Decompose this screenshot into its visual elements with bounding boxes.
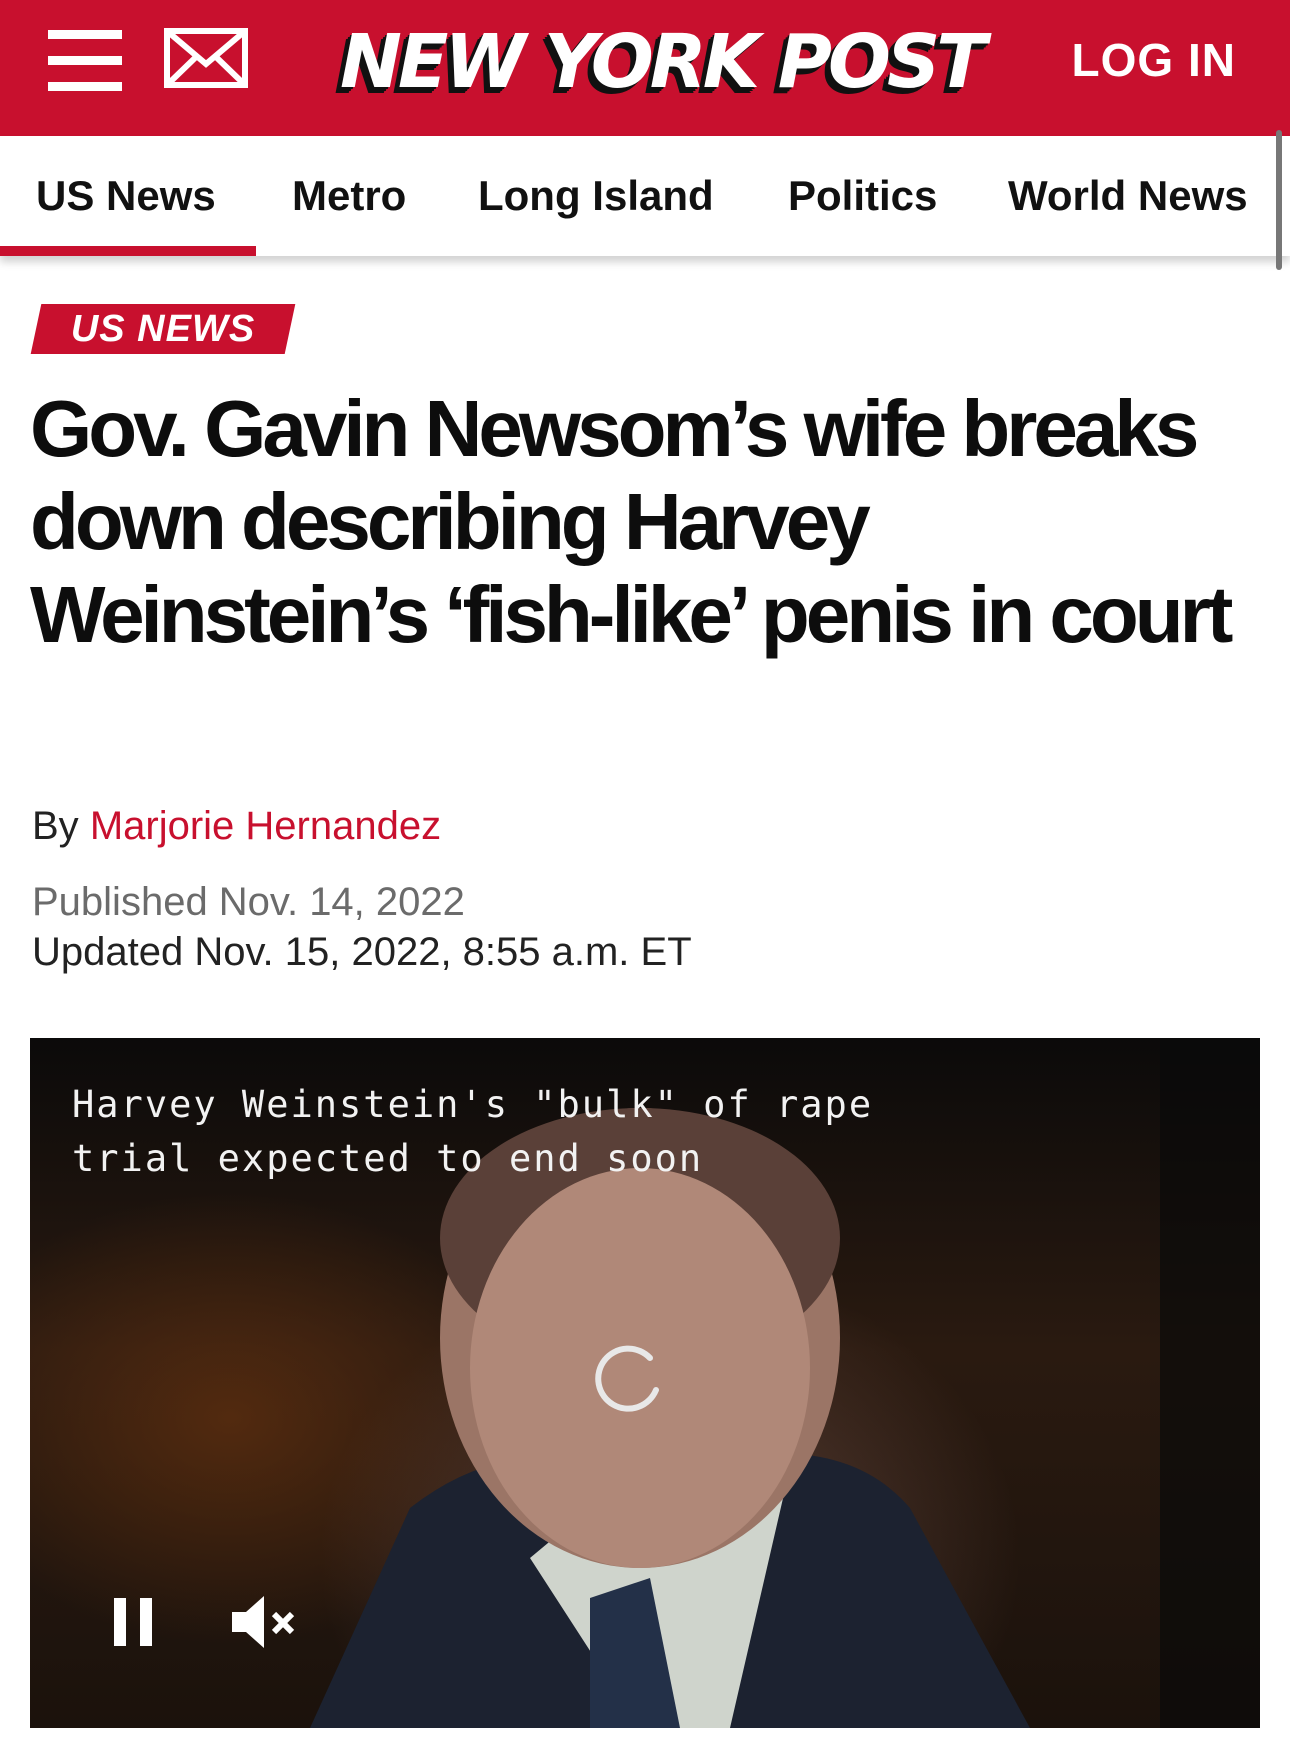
nav-item-politics[interactable]: Politics — [788, 136, 937, 256]
mail-icon[interactable] — [164, 28, 248, 88]
loading-spinner-icon — [595, 1345, 659, 1412]
section-nav: US News Metro Long Island Politics World… — [0, 136, 1290, 256]
site-header: NEW YORK POST LOG IN — [0, 0, 1290, 136]
pause-icon[interactable] — [112, 1596, 156, 1648]
video-player[interactable]: Harvey Weinstein's "bulk" of rape trial … — [30, 1038, 1260, 1728]
site-logo[interactable]: NEW YORK POST — [340, 10, 987, 114]
section-kicker[interactable]: US NEWS — [36, 304, 290, 354]
active-tab-indicator — [0, 246, 256, 256]
login-button[interactable]: LOG IN — [1072, 30, 1236, 90]
byline-prefix: By — [32, 804, 79, 848]
updated-date: Updated Nov. 15, 2022, 8:55 a.m. ET — [32, 930, 692, 974]
nav-item-long-island[interactable]: Long Island — [478, 136, 714, 256]
logo-text: NEW YORK POST — [340, 19, 987, 105]
published-date: Published Nov. 14, 2022 — [32, 880, 465, 924]
muted-speaker-icon[interactable] — [230, 1594, 296, 1650]
author-link[interactable]: Marjorie Hernandez — [90, 804, 441, 848]
nav-item-us-news[interactable]: US News — [36, 136, 216, 256]
nav-scrollbar[interactable] — [1276, 130, 1282, 270]
nav-item-world-news[interactable]: World News — [1008, 136, 1248, 256]
video-title: Harvey Weinstein's "bulk" of rape trial … — [72, 1083, 874, 1180]
nav-item-metro[interactable]: Metro — [292, 136, 406, 256]
article-headline: Gov. Gavin Newsom’s wife breaks down des… — [30, 384, 1233, 659]
byline: By Marjorie Hernandez — [32, 800, 441, 852]
hamburger-menu-icon[interactable] — [48, 30, 122, 92]
